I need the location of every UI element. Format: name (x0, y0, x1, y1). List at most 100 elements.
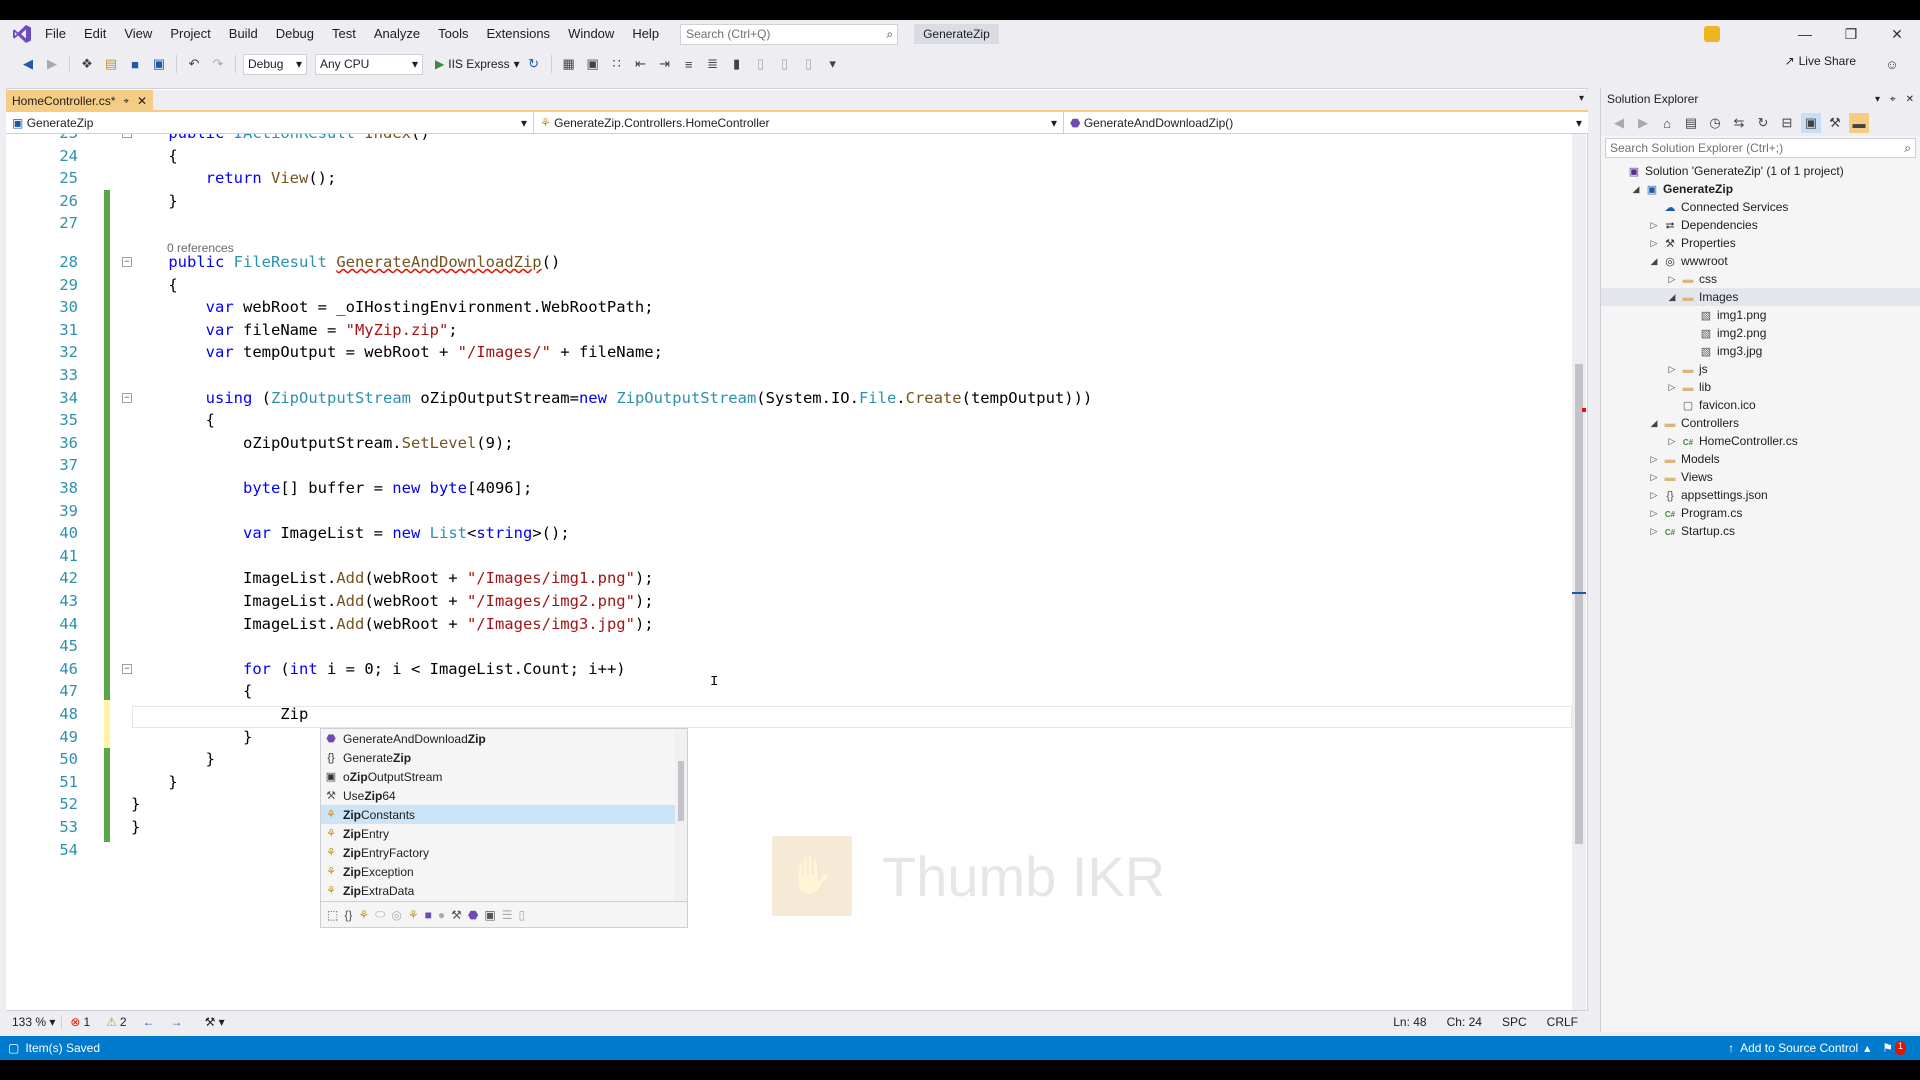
code-line[interactable]: { (131, 680, 252, 703)
tree-item-controllers[interactable]: ◢ ▬ Controllers (1601, 414, 1920, 432)
tree-item-favicon-ico[interactable]: ▢ favicon.ico (1601, 396, 1920, 414)
sync-icon[interactable]: ⇆ (1729, 113, 1749, 133)
forward-icon[interactable]: ▶ (1633, 113, 1653, 133)
pending-changes-icon[interactable]: ◷ (1705, 113, 1725, 133)
class-filter-icon[interactable]: ⚘ (358, 908, 369, 922)
collapsed-arrow-icon[interactable]: ▷ (1649, 486, 1659, 504)
line-ending[interactable]: CRLF (1537, 1015, 1588, 1029)
menu-edit[interactable]: Edit (75, 20, 115, 48)
back-icon[interactable]: ◀ (1609, 113, 1629, 133)
error-indicator[interactable]: ⊗ 1 (62, 1015, 98, 1029)
code-line[interactable]: for (int i = 0; i < ImageList.Count; i++… (131, 658, 626, 681)
variable-filter-icon[interactable]: ▣ (484, 908, 495, 922)
code-line[interactable]: } (131, 726, 252, 749)
clear-bookmarks-icon[interactable]: ▯ (799, 54, 819, 74)
prev-bookmark-icon[interactable]: ▯ (751, 54, 771, 74)
warning-indicator[interactable]: ⚠ 2 (98, 1015, 134, 1029)
tree-item-generatezip[interactable]: ◢ ▣ GenerateZip (1601, 180, 1920, 198)
intellisense-item[interactable]: ⚘ ZipConstants (321, 805, 675, 824)
redo-icon[interactable]: ↷ (208, 54, 228, 74)
expanded-arrow-icon[interactable]: ◢ (1649, 414, 1659, 432)
collapsed-arrow-icon[interactable]: ▷ (1649, 522, 1659, 540)
menu-extensions[interactable]: Extensions (477, 20, 559, 48)
configuration-select[interactable]: Debug ▾ (243, 53, 307, 75)
feedback-icon[interactable]: ☺ (1882, 54, 1902, 74)
properties-icon[interactable]: ⚒ (1825, 113, 1845, 133)
browser-link-icon[interactable]: ▦ (559, 54, 579, 74)
forward-icon[interactable]: ▶ (42, 54, 62, 74)
intellisense-item[interactable]: ⚘ ZipException (321, 862, 675, 881)
tree-item-appsettings-json[interactable]: ▷ {} appsettings.json (1601, 486, 1920, 504)
struct-filter-icon[interactable]: ■ (425, 908, 432, 922)
solution-explorer-search[interactable]: Search Solution Explorer (Ctrl+;) ⌕ (1605, 138, 1916, 158)
collapsed-arrow-icon[interactable]: ▷ (1667, 270, 1677, 288)
undo-icon[interactable]: ↶ (184, 54, 204, 74)
step-icon[interactable]: ∷ (607, 54, 627, 74)
editor-vertical-scrollbar[interactable] (1572, 134, 1586, 1010)
outdent-icon[interactable]: ⇤ (631, 54, 651, 74)
code-line[interactable]: } (131, 816, 140, 839)
tree-item-properties[interactable]: ▷ ⚒ Properties (1601, 234, 1920, 252)
collapsed-arrow-icon[interactable]: ▷ (1649, 504, 1659, 522)
search-input[interactable]: Search (Ctrl+Q) ⌕ (680, 23, 899, 45)
interface-filter-icon[interactable]: ⬭ (375, 907, 385, 922)
account-avatar-icon[interactable] (1692, 20, 1732, 48)
indent-icon[interactable]: ⇥ (655, 54, 675, 74)
restore-icon[interactable]: ❐ (1828, 20, 1874, 48)
method-filter-icon[interactable]: ⬣ (468, 908, 478, 922)
home-icon[interactable]: ⌂ (1657, 113, 1677, 133)
code-line[interactable]: var tempOutput = webRoot + "/Images/" + … (131, 341, 663, 364)
tree-item-program-cs[interactable]: ▷ C# Program.cs (1601, 504, 1920, 522)
enum-filter-icon[interactable]: ● (438, 908, 445, 922)
collapsed-arrow-icon[interactable]: ▷ (1649, 468, 1659, 486)
code-line[interactable]: } (131, 771, 177, 794)
intellisense-item[interactable]: ⚘ ZipEntry (321, 824, 675, 843)
open-folder-icon[interactable]: ▤ (101, 54, 121, 74)
switch-views-icon[interactable]: ▤ (1681, 113, 1701, 133)
toolbar-overflow-icon[interactable]: ▾ (823, 54, 843, 74)
whitespace-mode[interactable]: SPC (1492, 1015, 1537, 1029)
expanded-arrow-icon[interactable]: ◢ (1649, 252, 1659, 270)
collapsed-arrow-icon[interactable]: ▷ (1667, 432, 1677, 450)
new-project-icon[interactable]: ❖ (77, 54, 97, 74)
tree-item-images[interactable]: ◢ ▬ Images (1601, 288, 1920, 306)
menu-view[interactable]: View (115, 20, 161, 48)
back-icon[interactable]: ◀ (18, 54, 38, 74)
intellisense-item[interactable]: ⚘ ZipExtraData (321, 881, 675, 900)
snippet-filter-icon[interactable]: ☰ (502, 908, 513, 922)
menu-help[interactable]: Help (623, 20, 668, 48)
code-line[interactable]: var fileName = "MyZip.zip"; (131, 319, 458, 342)
tree-item-connected-services[interactable]: ☁ Connected Services (1601, 198, 1920, 216)
code-line[interactable]: } (131, 190, 177, 213)
pin-icon[interactable]: ⌖ (123, 96, 129, 107)
bookmark-icon[interactable]: ▮ (727, 54, 747, 74)
code-line[interactable]: ImageList.Add(webRoot + "/Images/img1.pn… (131, 567, 654, 590)
intellisense-scrollbar[interactable] (675, 729, 687, 903)
comment-icon[interactable]: ≡ (679, 54, 699, 74)
collapsed-arrow-icon[interactable]: ▷ (1649, 234, 1659, 252)
expand-icon[interactable]: ⬚ (327, 908, 338, 922)
save-all-icon[interactable]: ▣ (149, 54, 169, 74)
code-line[interactable]: var webRoot = _oIHostingEnvironment.WebR… (131, 296, 654, 319)
collapsed-arrow-icon[interactable]: ▷ (1649, 450, 1659, 468)
nav-back-icon[interactable]: ← (135, 1015, 163, 1029)
tree-item-img1-png[interactable]: ▧ img1.png (1601, 306, 1920, 324)
menu-analyze[interactable]: Analyze (365, 20, 429, 48)
source-control-button[interactable]: ↑ Add to Source Control ▴ (1728, 1041, 1882, 1055)
member-dropdown[interactable]: ⬣ GenerateAndDownloadZip() ▾ (1064, 112, 1588, 133)
code-line[interactable]: { (131, 145, 177, 168)
intellisense-popup[interactable]: ⬣ GenerateAndDownloadZip {} GenerateZip ▣ oZi… (320, 728, 688, 928)
collapsed-arrow-icon[interactable]: ▷ (1649, 216, 1659, 234)
close-icon[interactable]: ✕ (1874, 20, 1920, 48)
menu-build[interactable]: Build (220, 20, 267, 48)
collapse-all-icon[interactable]: ⊟ (1777, 113, 1797, 133)
menu-project[interactable]: Project (161, 20, 219, 48)
tree-item-homecontroller-cs[interactable]: ▷ C# HomeController.cs (1601, 432, 1920, 450)
code-line[interactable]: byte[] buffer = new byte[4096]; (131, 477, 532, 500)
platform-select[interactable]: Any CPU ▾ (315, 53, 423, 75)
collapsed-arrow-icon[interactable]: ▷ (1667, 378, 1677, 396)
code-line[interactable]: { (131, 274, 177, 297)
tree-item-startup-cs[interactable]: ▷ C# Startup.cs (1601, 522, 1920, 540)
notifications-button[interactable]: ⚑ 1 (1882, 1041, 1920, 1055)
uncomment-icon[interactable]: ≣ (703, 54, 723, 74)
